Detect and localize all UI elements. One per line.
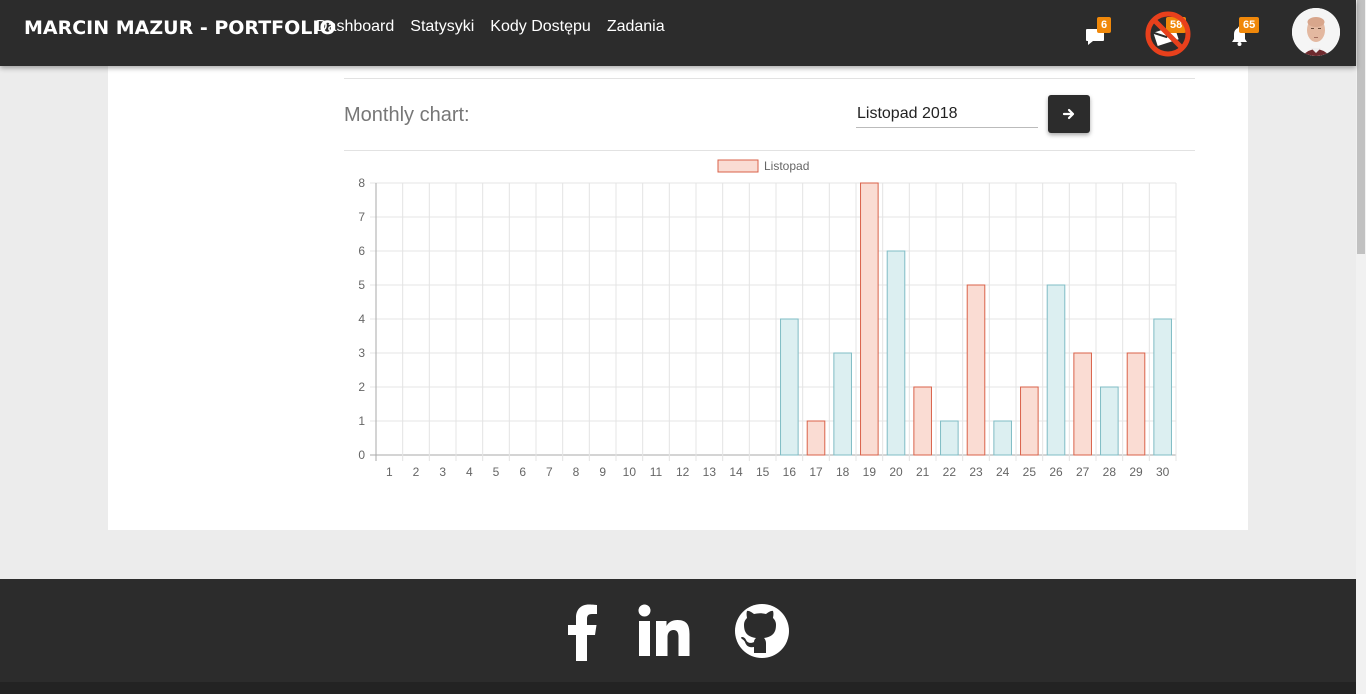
prohibited-icon	[1145, 11, 1191, 57]
x-tick-label: 3	[439, 465, 446, 479]
y-tick-label: 7	[358, 210, 365, 224]
notifications-button[interactable]: 65	[1222, 14, 1260, 52]
x-tick-label: 16	[783, 465, 797, 479]
y-tick-label: 6	[358, 244, 365, 258]
chart-bar	[1153, 318, 1172, 456]
chart-bar	[1126, 352, 1146, 456]
chart-bar	[1020, 386, 1039, 456]
x-tick-label: 19	[863, 465, 877, 479]
x-tick-label: 4	[466, 465, 473, 479]
x-tick-label: 28	[1103, 465, 1117, 479]
y-tick-label: 4	[358, 312, 365, 326]
x-tick-label: 24	[996, 465, 1010, 479]
y-tick-label: 8	[358, 176, 365, 190]
show-month-button[interactable]	[1048, 95, 1090, 133]
x-tick-label: 15	[756, 465, 770, 479]
user-avatar[interactable]	[1292, 8, 1340, 56]
notifications-badge: 65	[1239, 17, 1260, 33]
x-tick-label: 20	[889, 465, 903, 479]
x-tick-label: 27	[1076, 465, 1090, 479]
chart-bar	[833, 352, 852, 456]
x-tick-label: 30	[1156, 465, 1170, 479]
linkedin-link[interactable]	[638, 600, 692, 662]
chart-bar	[1100, 386, 1119, 456]
x-tick-label: 22	[943, 465, 957, 479]
nav-access-codes[interactable]: Kody Dostępu	[490, 18, 591, 36]
x-tick-label: 7	[546, 465, 553, 479]
page-scrollbar[interactable]	[1356, 0, 1366, 694]
divider	[344, 150, 1195, 151]
github-link[interactable]	[734, 600, 790, 662]
legend-label: Listopad	[764, 159, 809, 173]
messages-button[interactable]: 6	[1078, 14, 1116, 52]
avatar-image	[1292, 8, 1340, 56]
x-tick-label: 18	[836, 465, 850, 479]
chart-bar	[1073, 352, 1092, 456]
chart-bar	[966, 284, 986, 456]
x-tick-label: 5	[493, 465, 500, 479]
x-tick-label: 12	[676, 465, 690, 479]
divider	[344, 78, 1195, 79]
legend-swatch	[717, 159, 759, 173]
x-tick-label: 1	[386, 465, 393, 479]
facebook-icon	[568, 604, 597, 661]
x-tick-label: 29	[1129, 465, 1143, 479]
y-tick-label: 0	[358, 448, 365, 462]
scrollbar-thumb[interactable]	[1357, 0, 1365, 254]
x-tick-label: 11	[650, 465, 663, 479]
nav-tasks[interactable]: Zadania	[607, 18, 665, 36]
x-tick-label: 21	[916, 465, 930, 479]
brand-title[interactable]: MARCIN MAZUR - PORTFOLIO	[24, 17, 336, 39]
y-tick-label: 5	[358, 278, 365, 292]
x-tick-label: 6	[519, 465, 526, 479]
x-tick-label: 25	[1023, 465, 1037, 479]
nav-statistics[interactable]: Statysyki	[410, 18, 474, 36]
chart-bar	[806, 420, 826, 456]
linkedin-icon	[638, 604, 690, 656]
chart-bar	[886, 250, 906, 456]
x-tick-label: 26	[1049, 465, 1063, 479]
messages-badge: 6	[1097, 17, 1112, 33]
month-input[interactable]	[856, 100, 1038, 128]
arrow-right-icon	[1062, 108, 1075, 120]
section-title: Monthly chart:	[344, 104, 470, 126]
x-tick-label: 10	[623, 465, 637, 479]
x-tick-label: 8	[573, 465, 580, 479]
x-tick-label: 9	[599, 465, 606, 479]
y-tick-label: 1	[358, 414, 365, 428]
footer-bottom-strip	[0, 682, 1356, 694]
facebook-link[interactable]	[565, 600, 599, 662]
x-tick-label: 13	[703, 465, 717, 479]
main-nav: Dashboard Statysyki Kody Dostępu Zadania	[316, 18, 665, 36]
top-navbar: MARCIN MAZUR - PORTFOLIO Dashboard Staty…	[0, 0, 1356, 66]
y-tick-label: 2	[358, 380, 365, 394]
chart-bar	[780, 318, 799, 456]
chart-bar	[913, 386, 932, 456]
chart-bar	[1046, 284, 1066, 456]
nav-dashboard[interactable]: Dashboard	[316, 18, 394, 36]
x-tick-label: 17	[809, 465, 823, 479]
github-icon	[735, 604, 789, 658]
chart-bar	[860, 182, 879, 456]
y-tick-label: 3	[358, 346, 365, 360]
chart-bar	[940, 420, 959, 456]
mail-button[interactable]: 58	[1144, 10, 1192, 58]
monthly-bar-chart: 0123456781 2 3 4 5 6 7 8 9 10 11 12 13 14 15 16 17 18 19 20…	[358, 159, 1177, 479]
x-tick-label: 2	[413, 465, 420, 479]
chart-bar	[993, 420, 1012, 456]
x-tick-label: 23	[969, 465, 983, 479]
x-tick-label: 14	[729, 465, 743, 479]
